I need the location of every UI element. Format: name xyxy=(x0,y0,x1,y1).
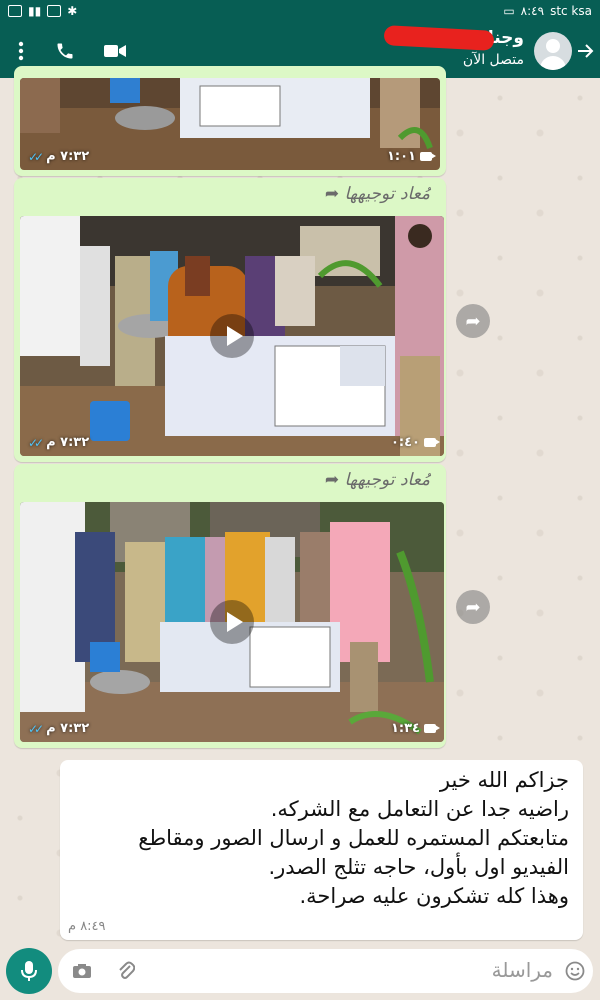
attach-button[interactable] xyxy=(114,959,138,983)
message-time: ٨:٤٩ م xyxy=(68,919,106,934)
forwarded-label: مُعاد توجيهها ➦ xyxy=(324,470,430,490)
menu-button[interactable] xyxy=(6,36,36,66)
video-meta-right: ٠:٤٠ xyxy=(390,435,440,450)
forwarded-label: مُعاد توجيهها ➦ xyxy=(324,184,430,204)
mic-button[interactable] xyxy=(6,948,52,994)
message-time: ٧:٣٢ م xyxy=(46,149,90,164)
status-time: ٨:٤٩ xyxy=(520,4,545,18)
forwarded-arrow-icon: ➦ xyxy=(324,470,340,490)
message-line: وهذا كله تشكرون عليه صراحة. xyxy=(299,884,569,908)
back-button[interactable] xyxy=(570,36,600,66)
redaction-mark xyxy=(383,25,495,51)
video-camera-icon xyxy=(424,438,440,447)
video-call-button[interactable] xyxy=(100,36,130,66)
share-arrow-icon: ➦ xyxy=(465,310,481,332)
read-ticks-icon: ✓✓ xyxy=(28,721,44,736)
videocam-icon xyxy=(104,45,126,57)
status-icons-left: ▮▮ ✱ xyxy=(8,4,77,18)
message-text: جزاكم الله خير راضيه جدا عن التعامل مع ا… xyxy=(69,766,569,911)
video-camera-icon xyxy=(420,152,436,161)
message-line: جزاكم الله خير xyxy=(439,768,569,792)
emoji-button[interactable] xyxy=(563,959,587,983)
contact-name: وجنا xyxy=(383,25,524,51)
message-line: الفيديو اول بأول، حاجه تثلج الصدر. xyxy=(268,855,569,879)
text-message: جزاكم الله خير راضيه جدا عن التعامل مع ا… xyxy=(60,760,583,940)
carrier-name: stc ksa xyxy=(550,4,592,18)
video-camera-icon xyxy=(424,724,440,733)
video-message: مُعاد توجيهها ➦ ✓✓ xyxy=(14,178,446,462)
video-thumbnail[interactable]: ✓✓ ٧:٣٢ م ١:٣٤ xyxy=(20,502,444,742)
video-duration: ٠:٤٠ xyxy=(390,435,420,450)
play-button[interactable] xyxy=(210,314,254,358)
forwarded-arrow-icon: ➦ xyxy=(324,184,340,204)
more-vert-icon xyxy=(18,41,24,61)
message-input[interactable]: مراسلة xyxy=(492,958,553,982)
status-icons-right: ▭ ٨:٤٩ stc ksa xyxy=(503,4,592,18)
contact-info[interactable]: وجنا متصل الآن xyxy=(383,25,524,68)
camera-button[interactable] xyxy=(70,959,94,983)
voice-call-button[interactable] xyxy=(50,36,80,66)
video-meta-left: ✓✓ ٧:٣٢ م xyxy=(28,721,89,736)
video-meta-right: ١:٣٤ xyxy=(390,721,440,736)
play-button[interactable] xyxy=(210,600,254,644)
contact-status: متصل الآن xyxy=(462,52,524,68)
share-button[interactable]: ➦ xyxy=(456,590,490,624)
mic-icon xyxy=(21,961,37,981)
video-meta-right: ١:٠١ xyxy=(386,149,436,164)
video-thumbnail[interactable]: ✓✓ ٧:٣٢ م ١:٠١ xyxy=(20,78,440,170)
message-line: متابعتكم المستمره للعمل و ارسال الصور وم… xyxy=(138,826,569,850)
arrow-back-icon xyxy=(578,44,594,58)
video-duration: ١:٣٤ xyxy=(390,721,420,736)
read-ticks-icon: ✓✓ xyxy=(28,149,44,164)
phone-icon xyxy=(57,43,73,59)
share-arrow-icon: ➦ xyxy=(465,596,481,618)
message-line: راضيه جدا عن التعامل مع الشركه. xyxy=(270,797,569,821)
read-ticks-icon: ✓✓ xyxy=(28,435,44,450)
video-thumbnail[interactable]: ✓✓ ٧:٣٢ م ٠:٤٠ xyxy=(20,216,444,456)
message-composer[interactable]: مراسلة xyxy=(58,949,593,993)
paperclip-icon xyxy=(119,961,135,979)
camera-icon xyxy=(73,964,91,978)
video-meta-left: ✓✓ ٧:٣٢ م xyxy=(28,435,89,450)
video-message: ✓✓ ٧:٣٢ م ١:٠١ xyxy=(14,66,446,176)
notification-icon xyxy=(8,5,22,17)
emoji-icon xyxy=(565,961,585,981)
bluetooth-icon: ✱ xyxy=(67,4,78,18)
video-message: مُعاد توجيهها ➦ ✓✓ xyxy=(14,464,446,748)
avatar[interactable] xyxy=(534,32,572,70)
message-time: ٧:٣٢ م xyxy=(46,435,90,450)
share-button[interactable]: ➦ xyxy=(456,304,490,338)
video-meta-left: ✓✓ ٧:٣٢ م xyxy=(28,149,89,164)
status-bar: ▮▮ ✱ ▭ ٨:٤٩ stc ksa xyxy=(0,0,600,24)
signal-icon: ▮▮ xyxy=(28,4,42,18)
nfc-icon xyxy=(47,5,62,17)
message-time: ٧:٣٢ م xyxy=(46,721,90,736)
video-duration: ١:٠١ xyxy=(386,149,416,164)
battery-icon: ▭ xyxy=(503,4,515,18)
